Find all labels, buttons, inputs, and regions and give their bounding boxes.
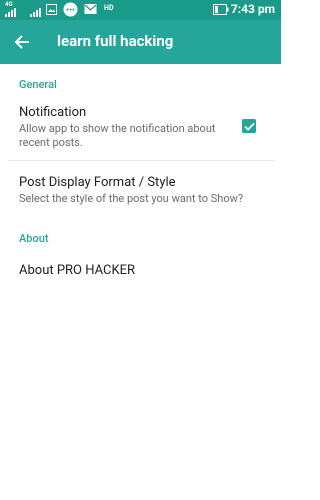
message-icon — [63, 2, 78, 20]
arrow-back-icon[interactable] — [12, 32, 32, 52]
post-display-summary: Select the style of the post you want to… — [19, 192, 244, 205]
section-header-general: General — [19, 78, 57, 91]
page-title: learn full hacking — [57, 32, 174, 50]
app-bar: learn full hacking — [0, 20, 281, 64]
image-notification-icon — [46, 4, 57, 18]
battery-icon — [213, 4, 229, 18]
about-title: About PRO HACKER — [19, 263, 136, 278]
settings-list: General Notification Allow app to show t… — [0, 64, 281, 500]
hd-label: HD — [104, 4, 114, 12]
divider — [8, 160, 275, 161]
settings-screen: 4G HD 7:43 pm learn full hacking General… — [0, 0, 281, 500]
status-bar: 4G HD 7:43 pm — [0, 0, 281, 20]
notification-summary: Allow app to show the notification about… — [19, 122, 216, 149]
post-display-title: Post Display Format / Style — [19, 175, 176, 190]
notification-title: Notification — [19, 105, 87, 120]
notification-checkbox[interactable] — [242, 119, 256, 133]
check-icon — [243, 122, 255, 131]
mail-icon — [84, 3, 97, 18]
signal-icon — [5, 7, 25, 20]
signal-icon-secondary — [30, 7, 44, 20]
section-header-about: About — [19, 232, 49, 245]
status-time: 7:43 pm — [230, 2, 275, 16]
